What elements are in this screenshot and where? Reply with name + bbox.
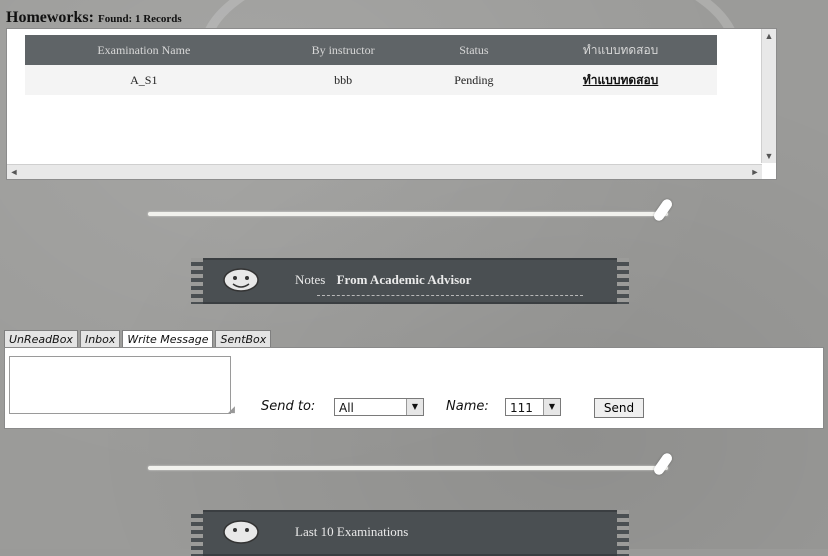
homeworks-heading: Homeworks: xyxy=(6,9,94,26)
send-button[interactable]: Send xyxy=(594,398,644,418)
column-header-instructor: By instructor xyxy=(262,35,424,65)
message-body-input[interactable] xyxy=(9,356,231,414)
column-header-take-exam: ทำแบบทดสอบ xyxy=(524,35,717,65)
chalk-divider xyxy=(148,212,668,216)
table-header-row: Examination Name By instructor Status ทำ… xyxy=(25,35,717,65)
message-tabs: UnReadBox Inbox Write Message SentBox xyxy=(4,330,272,348)
chalk-divider xyxy=(148,466,668,470)
cell-instructor: bbb xyxy=(262,65,424,95)
send-to-value: All xyxy=(339,401,354,415)
scroll-down-icon[interactable]: ▼ xyxy=(762,149,776,163)
tab-unreadbox[interactable]: UnReadBox xyxy=(4,330,78,348)
dropdown-arrow-icon[interactable]: ▼ xyxy=(406,399,423,415)
scroll-right-icon[interactable]: ► xyxy=(748,165,762,179)
take-exam-link[interactable]: ทำแบบทดสอบ xyxy=(583,73,658,87)
tab-write-message[interactable]: Write Message xyxy=(122,330,214,348)
column-header-exam-name: Examination Name xyxy=(25,35,263,65)
tab-inbox[interactable]: Inbox xyxy=(79,330,121,348)
homeworks-count: Found: 1 Records xyxy=(97,13,182,25)
homeworks-panel[interactable]: Examination Name By instructor Status ทำ… xyxy=(6,28,777,180)
scroll-left-icon[interactable]: ◄ xyxy=(7,165,21,179)
cell-exam-name: A_S1 xyxy=(25,65,263,95)
name-select[interactable]: 111 ▼ xyxy=(505,398,561,416)
cell-status: Pending xyxy=(423,65,525,95)
table-row: A_S1 bbb Pending ทำแบบทดสอบ xyxy=(25,65,717,95)
column-header-status: Status xyxy=(423,35,525,65)
notes-label: Notes xyxy=(295,272,326,287)
turtle-icon xyxy=(223,268,259,292)
resize-grip-icon[interactable]: ◢ xyxy=(228,404,235,415)
write-message-panel: ◢ Send to: All ▼ Name: 111 ▼ Send xyxy=(4,347,824,429)
notes-banner-text: Notes From Academic Advisor xyxy=(295,272,471,288)
ribbon-dashed-line xyxy=(317,295,583,296)
send-to-label: Send to: xyxy=(261,399,316,414)
send-to-select[interactable]: All ▼ xyxy=(334,398,424,416)
exams-banner: Last 10 Examinations xyxy=(191,510,629,556)
horizontal-scrollbar[interactable]: ◄ ► xyxy=(7,164,762,179)
name-label: Name: xyxy=(446,399,489,414)
scroll-up-icon[interactable]: ▲ xyxy=(762,29,776,43)
homeworks-table: Examination Name By instructor Status ทำ… xyxy=(25,35,717,95)
notes-title: From Academic Advisor xyxy=(336,272,472,287)
dropdown-arrow-icon[interactable]: ▼ xyxy=(543,399,560,415)
name-value: 111 xyxy=(510,401,533,415)
homeworks-title: Homeworks: Found: 1 Records xyxy=(6,9,182,27)
tab-sentbox[interactable]: SentBox xyxy=(215,330,272,348)
exams-title: Last 10 Examinations xyxy=(295,524,409,539)
notes-banner: Notes From Academic Advisor xyxy=(191,258,629,304)
cell-take-exam: ทำแบบทดสอบ xyxy=(524,65,717,95)
turtle-icon xyxy=(223,520,259,544)
vertical-scrollbar[interactable]: ▲ ▼ xyxy=(761,29,776,163)
exams-banner-text: Last 10 Examinations xyxy=(295,524,408,540)
